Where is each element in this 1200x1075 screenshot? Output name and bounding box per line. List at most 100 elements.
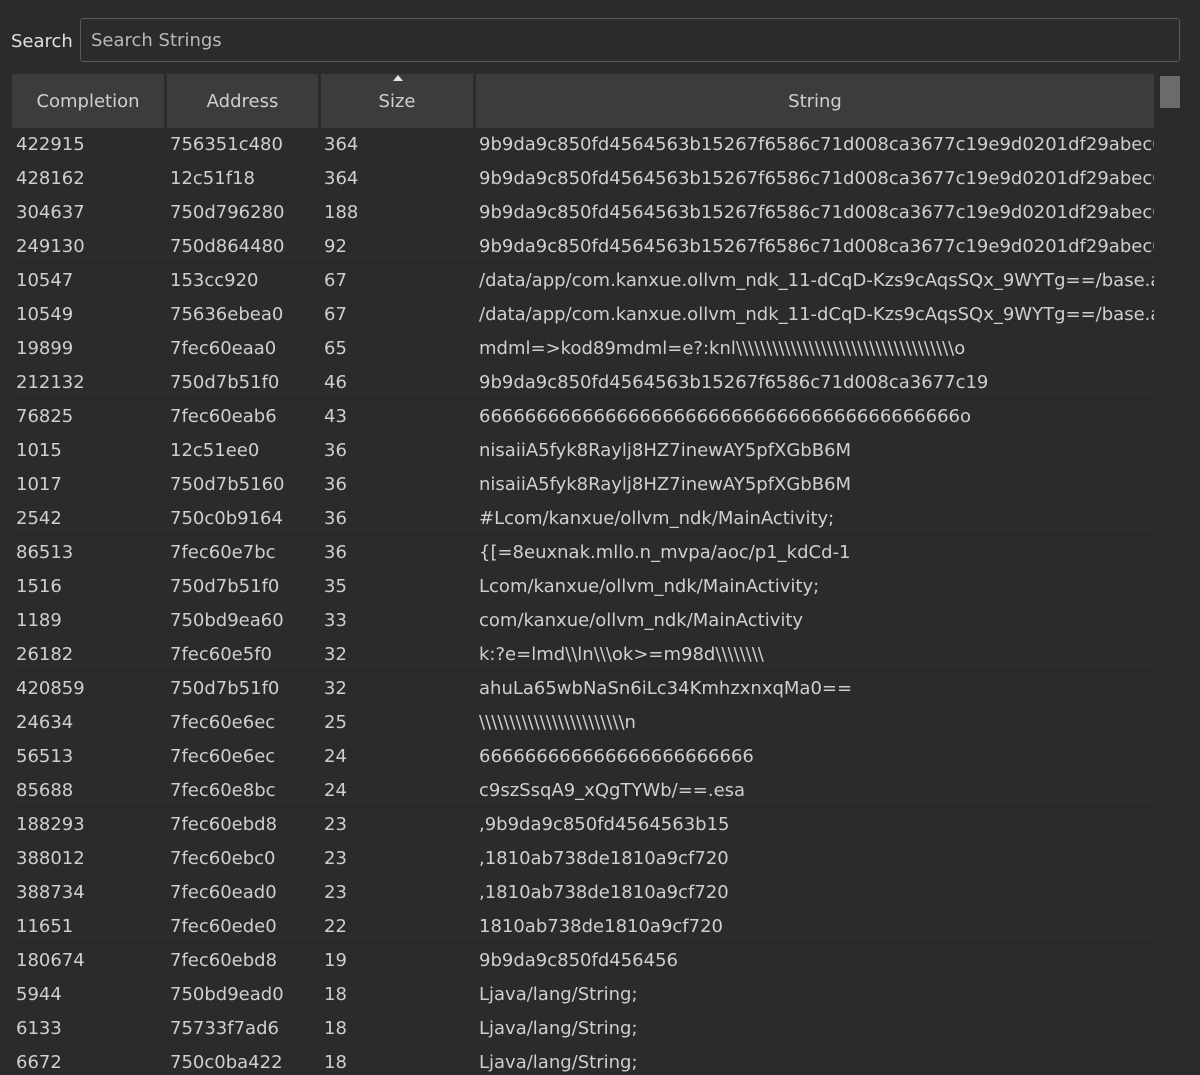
cell-size: 33 (324, 610, 347, 631)
cell-size: 24 (324, 746, 347, 767)
table-row[interactable]: 86513 7fec60e7bc 36 {[=8euxnak.mllo.n_mvpa/… (12, 536, 1154, 570)
cell-completion: 86513 (16, 542, 74, 563)
table-row[interactable]: 56513 7fec60e6ec 24 66666666666666666666666… (12, 740, 1154, 774)
cell-string: Ljava/lang/String; (479, 984, 638, 1005)
cell-size: 35 (324, 576, 347, 597)
cell-address: 153cc920 (170, 270, 259, 291)
cell-size: 43 (324, 406, 347, 427)
cell-address: 750c0ba422 (170, 1052, 283, 1073)
table-row[interactable]: 85688 7fec60e8bc 24 c9szSsqA9_xQgTYWb/==.es… (12, 774, 1154, 808)
cell-address: 7fec60ebd8 (170, 950, 278, 971)
cell-size: 25 (324, 712, 347, 733)
cell-string: #Lcom/kanxue/ollvm_ndk/MainActivity; (479, 508, 835, 529)
cell-string: k:?e=lmd\\ln\\\ok>=m98d\\\\\\\\ (479, 644, 764, 665)
table-row[interactable]: 388012 7fec60ebc0 23 ,1810ab738de1810a9cf72… (12, 842, 1154, 876)
cell-completion: 5944 (16, 984, 62, 1005)
cell-size: 46 (324, 372, 347, 393)
table-row[interactable]: 24634 7fec60e6ec 25 \\\\\\\\\\\\\\\\\\\\\\\… (12, 706, 1154, 740)
cell-string: \\\\\\\\\\\\\\\\\\\\\\\\n (479, 712, 636, 733)
cell-completion: 6133 (16, 1018, 62, 1039)
table-row[interactable]: 180674 7fec60ebd8 19 9b9da9c850fd456456 (12, 944, 1154, 978)
table-row[interactable]: 5944 750bd9ead0 18 Ljava/lang/String; (12, 978, 1154, 1012)
table-row[interactable]: 422915 756351c480 364 9b9da9c850fd4564563b1… (12, 128, 1154, 162)
cell-size: 23 (324, 814, 347, 835)
cell-completion: 1015 (16, 440, 62, 461)
table-row[interactable]: 6672 750c0ba422 18 Ljava/lang/String; (12, 1046, 1154, 1075)
table-row[interactable]: 188293 7fec60ebd8 23 ,9b9da9c850fd4564563b1… (12, 808, 1154, 842)
cell-completion: 1017 (16, 474, 62, 495)
table-row[interactable]: 10547 153cc920 67/data/app/com.kanxue.ollv… (12, 264, 1154, 298)
cell-address: 750d796280 (170, 202, 285, 223)
cell-completion: 388012 (16, 848, 85, 869)
cell-size: 32 (324, 644, 347, 665)
cell-address: 75636ebea0 (170, 304, 284, 325)
cell-address: 7fec60eaa0 (170, 338, 277, 359)
table-row[interactable]: 2542 750c0b9164 36 #Lcom/kanxue/ollvm_ndk/M… (12, 502, 1154, 536)
cell-completion: 85688 (16, 780, 74, 801)
cell-address: 12c51f18 (170, 168, 255, 189)
cell-string: Ljava/lang/String; (479, 1052, 638, 1073)
table-row[interactable]: 26182 7fec60e5f0 32 k:?e=lmd\\ln\\\ok>=m98d… (12, 638, 1154, 672)
cell-string: ,9b9da9c850fd4564563b15 (479, 814, 730, 835)
table-row[interactable]: 1017 750d7b5160 36 nisaiiA5fyk8Raylj8HZ7ine… (12, 468, 1154, 502)
cell-string: 9b9da9c850fd456456 (479, 950, 678, 971)
cell-address: 7fec60ebc0 (170, 848, 276, 869)
vertical-scrollbar[interactable] (1157, 74, 1183, 1064)
cell-size: 92 (324, 236, 347, 257)
cell-address: 7fec60e8bc (170, 780, 276, 801)
cell-completion: 76825 (16, 406, 74, 427)
table-row[interactable]: 6133 75733f7ad6 18 Ljava/lang/String; (12, 1012, 1154, 1046)
table-row[interactable]: 420859 750d7b51f0 32 ahuLa65wbNaSn6iLc34Kmh… (12, 672, 1154, 706)
column-header-size[interactable]: Size (321, 74, 473, 128)
table-row[interactable]: 1189 750bd9ea60 33 com/kanxue/ollvm_ndk/Mai… (12, 604, 1154, 638)
column-header-completion[interactable]: Completion (12, 74, 164, 128)
sort-ascending-icon (393, 75, 403, 81)
search-label: Search (11, 31, 73, 52)
cell-completion: 249130 (16, 236, 85, 257)
cell-size: 18 (324, 1052, 347, 1073)
table-row[interactable]: 428162 12c51f18 364 9b9da9c850fd4564563b152… (12, 162, 1154, 196)
cell-completion: 19899 (16, 338, 74, 359)
cell-completion: 388734 (16, 882, 85, 903)
table-row[interactable]: 304637 750d796280 188 9b9da9c850fd4564563b1… (12, 196, 1154, 230)
table-row[interactable]: 19899 7fec60eaa0 65 mdml=>kod89mdml=e?:knl\… (12, 332, 1154, 366)
table-row[interactable]: 10549 75636ebea0 67/data/app/com.kanxue.ol… (12, 298, 1154, 332)
cell-string: 1810ab738de1810a9cf720 (479, 916, 724, 937)
cell-size: 67 (324, 304, 347, 325)
search-input[interactable] (80, 18, 1180, 62)
cell-completion: 422915 (16, 134, 85, 155)
column-header-address[interactable]: Address (167, 74, 318, 128)
table-row[interactable]: 1015 12c51ee0 36 nisaiiA5fyk8Raylj8HZ7inewA… (12, 434, 1154, 468)
table-row[interactable]: 11651 7fec60ede0 22 1810ab738de1810a9cf720 (12, 910, 1154, 944)
cell-completion: 1189 (16, 610, 62, 631)
cell-completion: 24634 (16, 712, 74, 733)
cell-completion: 212132 (16, 372, 85, 393)
cell-address: 75733f7ad6 (170, 1018, 279, 1039)
cell-size: 364 (324, 168, 359, 189)
table-row[interactable]: 212132 750d7b51f0 46 9b9da9c850fd4564563b15… (12, 366, 1154, 400)
search-bar: Search (0, 0, 1200, 70)
table-row[interactable]: 249130 750d864480 92 9b9da9c850fd4564563b15… (12, 230, 1154, 264)
scrollbar-thumb[interactable] (1160, 76, 1180, 108)
cell-string: 9b9da9c850fd4564563b15267f6586c71d008ca3… (479, 236, 1154, 257)
cell-address: 750d7b5160 (170, 474, 285, 495)
cell-address: 7fec60eab6 (170, 406, 277, 427)
cell-address: 750d7b51f0 (170, 678, 280, 699)
table-body: 422915 756351c480 364 9b9da9c850fd4564563b1… (12, 128, 1154, 1075)
cell-address: 750d7b51f0 (170, 372, 280, 393)
cell-string: 9b9da9c850fd4564563b15267f6586c71d008ca3… (479, 168, 1154, 189)
column-header-string[interactable]: String (476, 74, 1154, 128)
cell-size: 18 (324, 984, 347, 1005)
table-row[interactable]: 1516 750d7b51f0 35 Lcom/kanxue/ollvm_ndk/Ma… (12, 570, 1154, 604)
cell-address: 7fec60e6ec (170, 712, 276, 733)
cell-string: ahuLa65wbNaSn6iLc34KmhzxnxqMa0== (479, 678, 853, 699)
strings-table: Completion Address Size String 422915 756… (12, 74, 1154, 1075)
cell-completion: 304637 (16, 202, 85, 223)
cell-string: /data/app/com.kanxue.ollvm_ndk_11-dCqD-K… (479, 304, 1154, 325)
cell-string: 666666666666666666666666 (479, 746, 754, 767)
cell-string: mdml=>kod89mdml=e?:knl\\\\\\\\\\\\\\\\\\… (479, 338, 966, 359)
cell-size: 18 (324, 1018, 347, 1039)
cell-string: Ljava/lang/String; (479, 1018, 638, 1039)
table-row[interactable]: 388734 7fec60ead0 23 ,1810ab738de1810a9cf72… (12, 876, 1154, 910)
table-row[interactable]: 76825 7fec60eab6 43 66666666666666666666666… (12, 400, 1154, 434)
